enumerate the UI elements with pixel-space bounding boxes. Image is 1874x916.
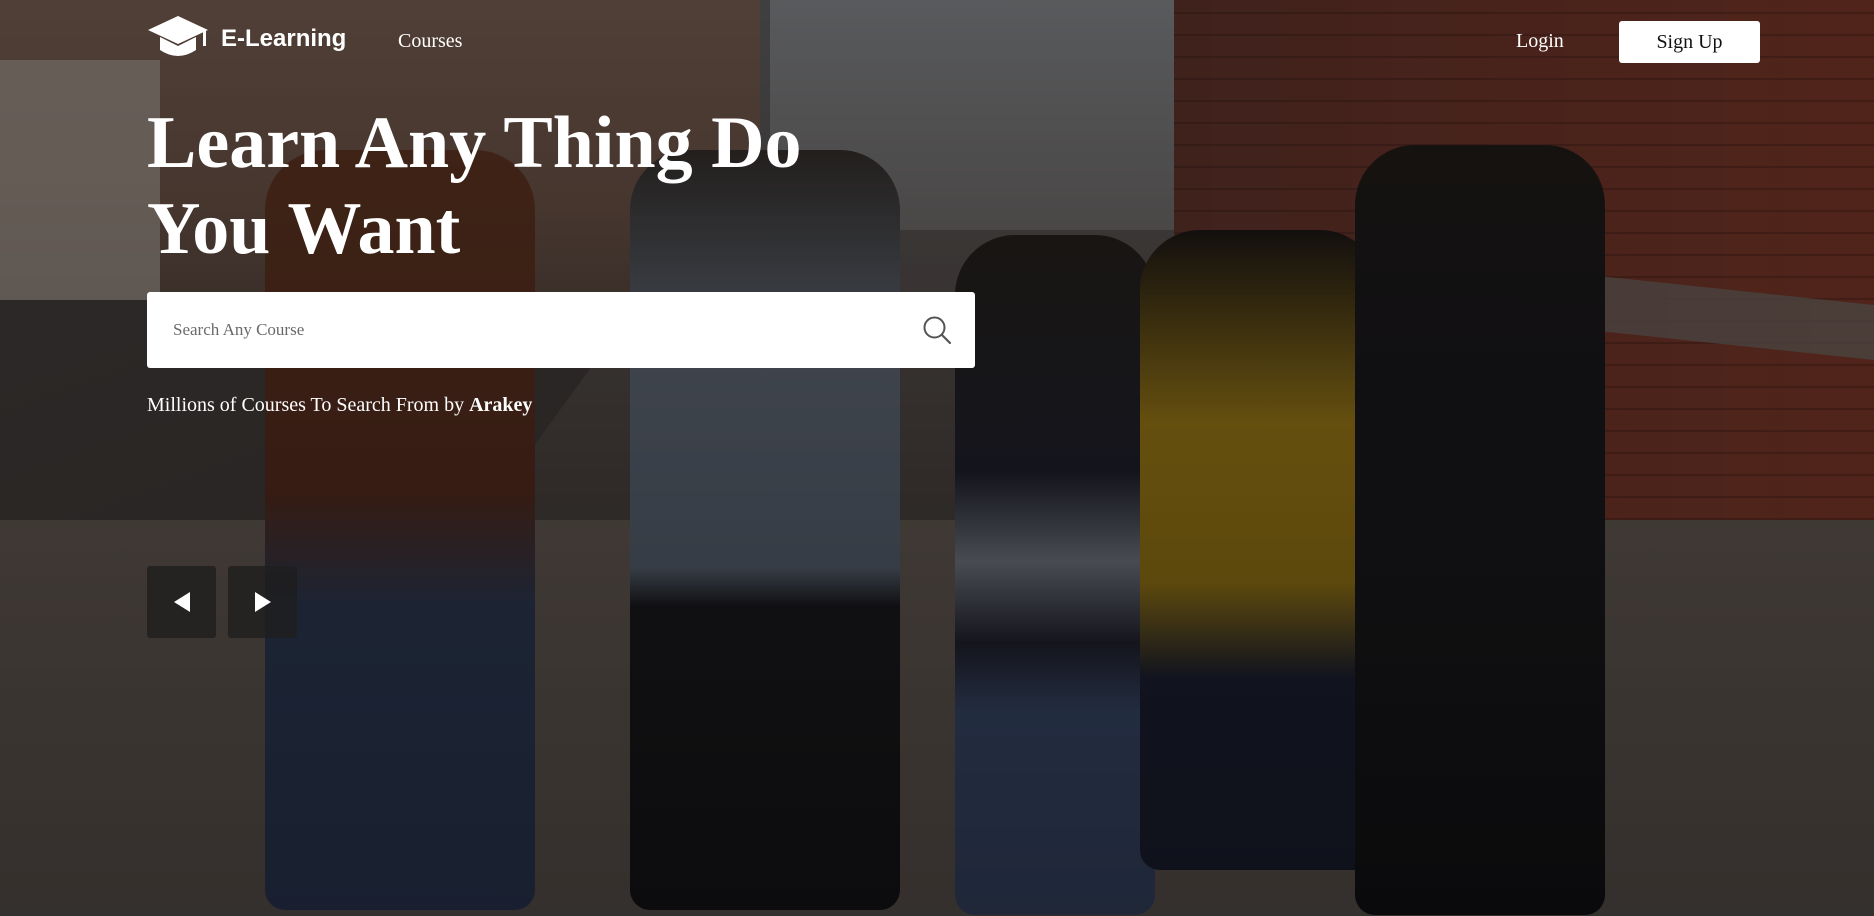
slider-prev-button[interactable] (147, 566, 216, 638)
triangle-right-icon (254, 592, 271, 612)
navbar: E-Learning Courses Login Sign Up (0, 0, 1874, 84)
slider-controls (147, 566, 297, 638)
search-icon[interactable] (899, 292, 975, 368)
hero-title: Learn Any Thing Do You Want (147, 100, 867, 272)
nav-link-courses[interactable]: Courses (398, 30, 462, 53)
search-input[interactable] (147, 292, 899, 368)
search-bar (147, 292, 975, 368)
hero-title-line-1: Learn Any Thing Do (147, 102, 802, 184)
brand-logo[interactable]: E-Learning (147, 14, 346, 64)
hero-title-line-2: You Want (147, 188, 461, 270)
sign-up-button[interactable]: Sign Up (1619, 21, 1760, 63)
hero-tagline: Millions of Courses To Search From by Ar… (147, 394, 532, 417)
tagline-text: Millions of Courses To Search From by (147, 394, 470, 416)
login-link[interactable]: Login (1516, 30, 1564, 53)
slider-next-button[interactable] (228, 566, 297, 638)
brand-name: E-Learning (221, 25, 347, 52)
triangle-left-icon (173, 592, 190, 612)
hero-section: E-Learning Courses Login Sign Up Learn A… (0, 0, 1874, 916)
graduation-cap-icon (147, 14, 209, 64)
tagline-brand: Arakey (469, 394, 533, 416)
